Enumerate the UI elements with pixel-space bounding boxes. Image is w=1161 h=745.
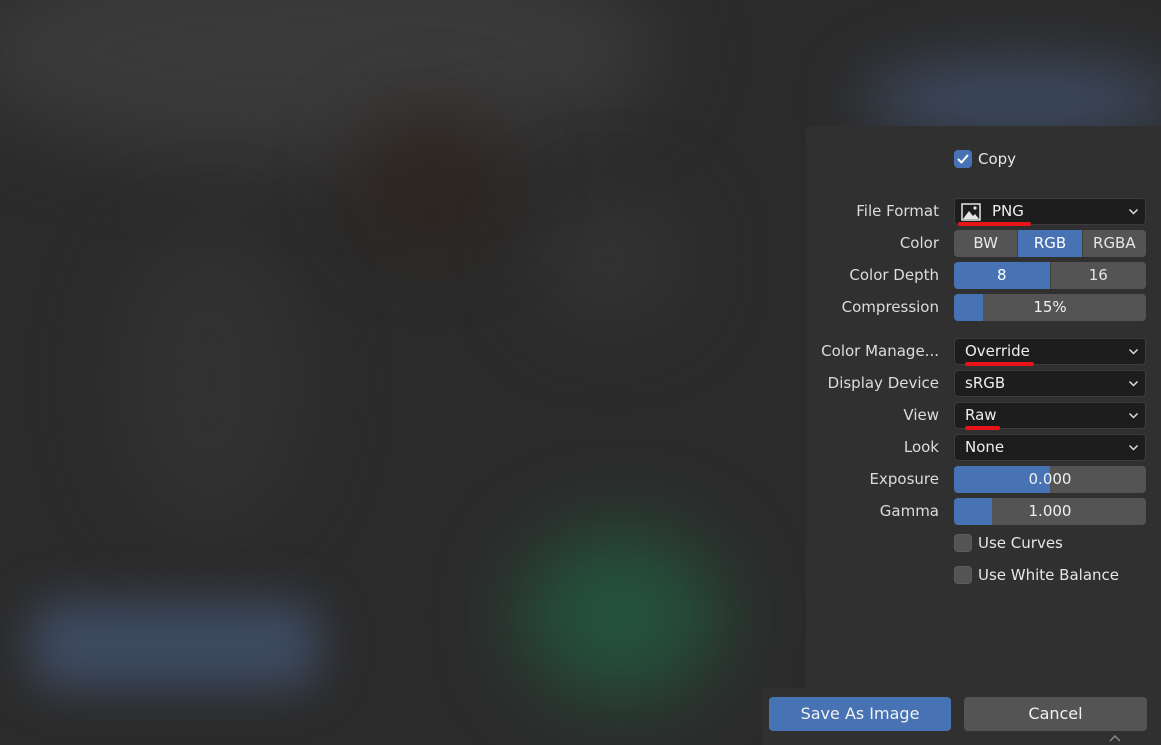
compression-row: Compression 15% (806, 294, 1161, 321)
color-option-rgba[interactable]: RGBA (1082, 230, 1146, 257)
file-format-label: File Format (856, 202, 939, 220)
view-row: View Raw (806, 402, 1161, 429)
chevron-down-icon (1128, 208, 1139, 215)
exposure-label: Exposure (869, 470, 939, 488)
gamma-slider[interactable]: 1.000 (954, 498, 1146, 525)
view-dropdown[interactable]: Raw (954, 402, 1146, 429)
color-depth-option-8[interactable]: 8 (954, 262, 1051, 289)
file-format-dropdown[interactable]: PNG (954, 198, 1146, 225)
copy-toggle[interactable]: Copy (954, 148, 1016, 170)
use-curves-toggle[interactable]: Use Curves (954, 532, 1063, 554)
copy-checkbox[interactable] (954, 150, 972, 168)
chevron-down-icon (1128, 380, 1139, 387)
look-value: None (965, 438, 1005, 456)
chevron-down-icon (1128, 348, 1139, 355)
use-white-balance-checkbox[interactable] (954, 566, 972, 584)
exposure-row: Exposure 0.000 (806, 466, 1161, 493)
color-option-bw[interactable]: BW (954, 230, 1019, 257)
color-management-value: Override (965, 342, 1030, 360)
look-label: Look (903, 438, 939, 456)
look-dropdown[interactable]: None (954, 434, 1146, 461)
save-as-image-button[interactable]: Save As Image (769, 697, 951, 731)
color-depth-label: Color Depth (849, 266, 939, 284)
gamma-row: Gamma 1.000 (806, 498, 1161, 525)
chevron-down-icon (1128, 444, 1139, 451)
file-format-row: File Format PNG (806, 198, 1161, 225)
file-format-value: PNG (992, 202, 1024, 220)
cancel-button[interactable]: Cancel (964, 697, 1147, 731)
color-depth-option-16[interactable]: 16 (1050, 262, 1146, 289)
color-depth-segmented-control: 8 16 (954, 262, 1146, 289)
use-curves-checkbox[interactable] (954, 534, 972, 552)
exposure-slider[interactable]: 0.000 (954, 466, 1146, 493)
annotation-underline (965, 426, 1000, 430)
gamma-label: Gamma (879, 502, 939, 520)
use-curves-label: Use Curves (978, 534, 1063, 552)
color-row: Color BW RGB RGBA (806, 230, 1161, 257)
chevron-up-icon[interactable] (1108, 733, 1122, 743)
use-white-balance-label: Use White Balance (978, 566, 1119, 584)
annotation-underline (965, 362, 1034, 366)
use-white-balance-toggle[interactable]: Use White Balance (954, 564, 1119, 586)
color-option-rgb[interactable]: RGB (1018, 230, 1083, 257)
view-value: Raw (965, 406, 997, 424)
color-management-dropdown[interactable]: Override (954, 338, 1146, 365)
compression-label: Compression (841, 298, 939, 316)
image-icon (961, 203, 981, 221)
color-management-row: Color Manage... Override (806, 338, 1161, 365)
compression-value: 15% (1033, 298, 1067, 316)
copy-label: Copy (978, 150, 1017, 168)
view-label: View (903, 406, 939, 424)
checkmark-icon (957, 154, 969, 164)
color-segmented-control: BW RGB RGBA (954, 230, 1146, 257)
display-device-dropdown[interactable]: sRGB (954, 370, 1146, 397)
gamma-value: 1.000 (1028, 502, 1072, 520)
exposure-value: 0.000 (1028, 470, 1072, 488)
annotation-underline (958, 222, 1031, 226)
display-device-label: Display Device (827, 374, 939, 392)
color-label: Color (899, 234, 939, 252)
compression-slider[interactable]: 15% (954, 294, 1146, 321)
display-device-row: Display Device sRGB (806, 370, 1161, 397)
display-device-value: sRGB (965, 374, 1006, 392)
chevron-down-icon (1128, 412, 1139, 419)
look-row: Look None (806, 434, 1161, 461)
color-depth-row: Color Depth 8 16 (806, 262, 1161, 289)
color-management-label: Color Manage... (821, 342, 939, 360)
